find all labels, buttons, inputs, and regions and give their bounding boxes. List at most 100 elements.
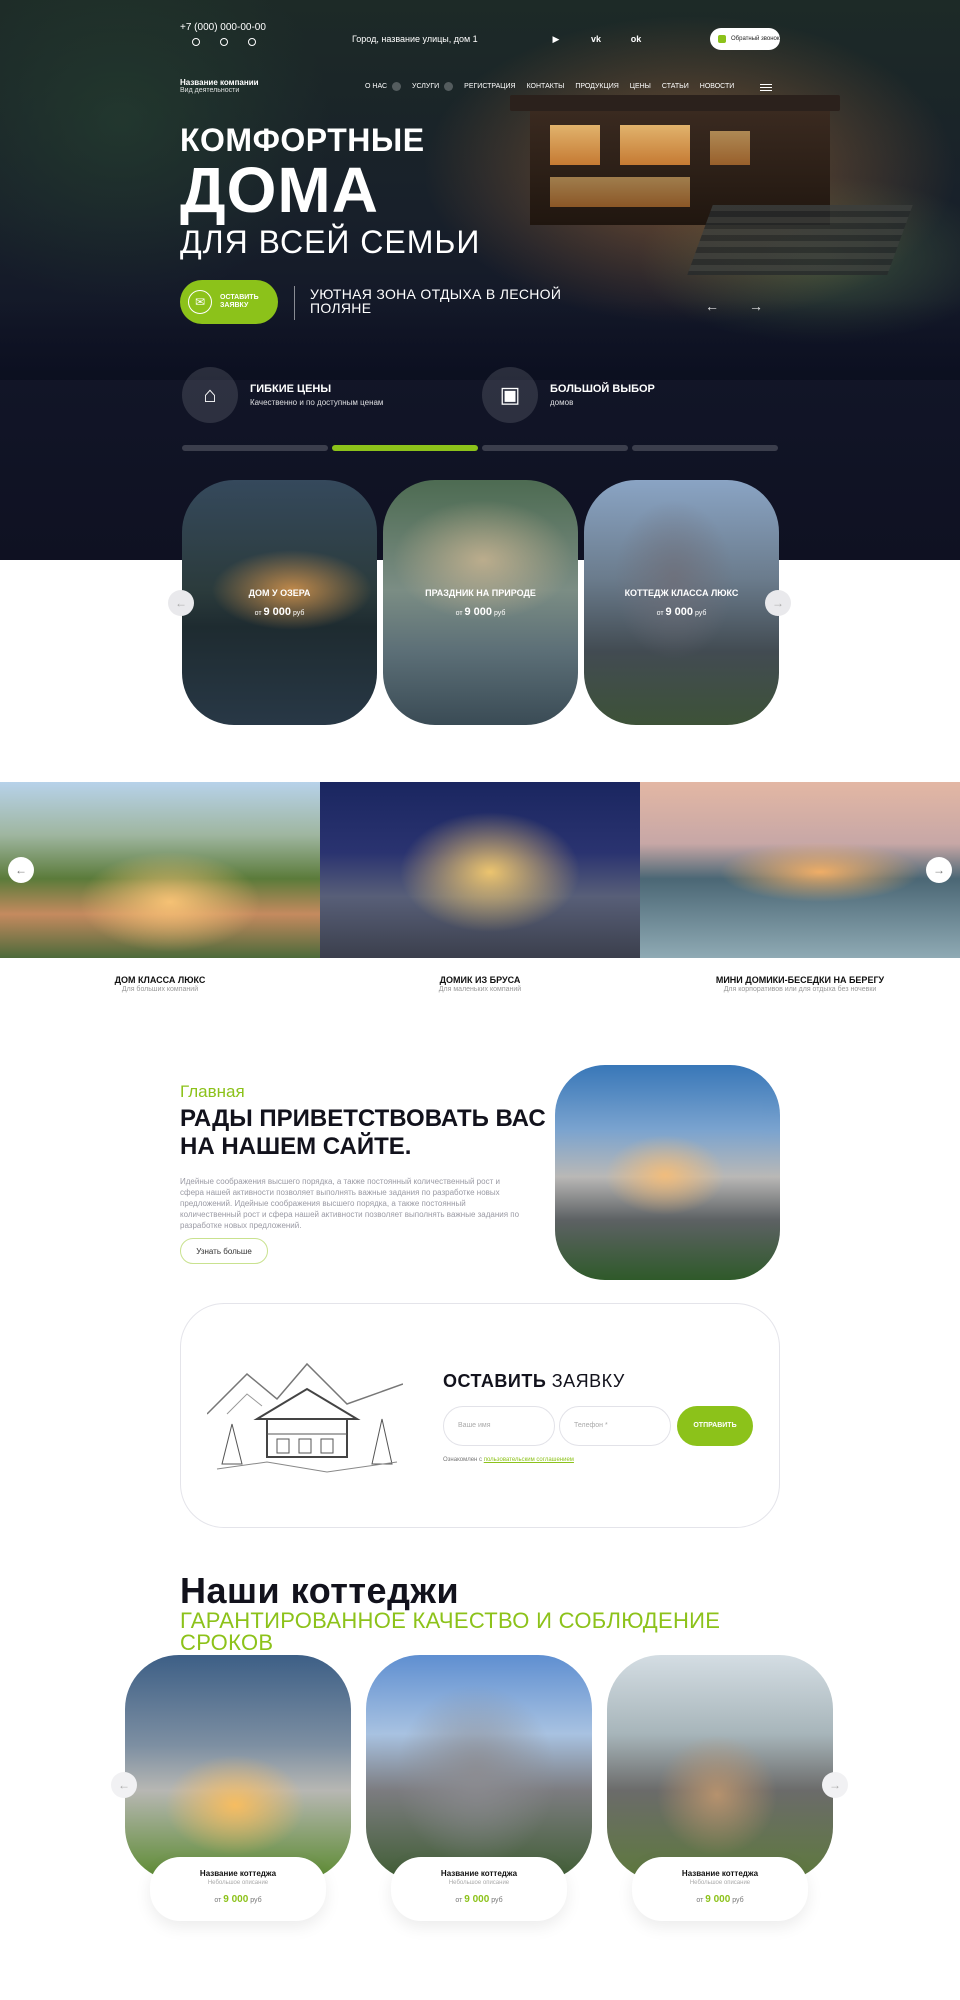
gallery-desc: Для больших компаний — [121, 986, 199, 993]
nav-item-about[interactable]: О НАС — [365, 83, 387, 90]
slide-indicator[interactable] — [182, 445, 328, 451]
page: +7 (000) 000-00-00 Город, название улицы… — [0, 0, 960, 2000]
offer-card[interactable]: ПРАЗДНИК НА ПРИРОДЕ от 9 000 руб — [383, 480, 578, 725]
cottages-carousel: Название коттеджа Небольшое описание от … — [125, 1655, 833, 1925]
cottage-image — [366, 1655, 592, 1881]
offers-carousel: ДОМ У ОЗЕРА от 9 000 руб ПРАЗДНИК НА ПРИ… — [182, 480, 779, 725]
cottage-info: Название коттеджа Небольшое описание от … — [632, 1857, 808, 1921]
vk-icon[interactable]: vk — [590, 34, 602, 45]
cottage-image — [125, 1655, 351, 1881]
cottage-image — [607, 1655, 833, 1881]
cottage-info: Название коттеджа Небольшое описание от … — [391, 1857, 567, 1921]
cottage-title: Название коттеджа — [199, 1869, 277, 1878]
name-input[interactable]: Ваше имя — [443, 1406, 555, 1446]
phone-icon — [718, 35, 726, 43]
callback-button[interactable]: Обратный звонок — [710, 28, 780, 50]
gallery-prev-button[interactable]: ← — [8, 857, 34, 883]
offer-price: от 9 000 руб — [656, 606, 707, 618]
gallery-caption: ДОМ КЛАССА ЛЮКС Для больших компаний — [0, 975, 320, 993]
nav-item-services[interactable]: УСЛУГИ — [412, 83, 439, 90]
hero-tagline: УЮТНАЯ ЗОНА ОТДЫХА В ЛЕСНОЙ ПОЛЯНЕ — [310, 286, 562, 316]
breadcrumb[interactable]: Главная — [180, 1082, 245, 1102]
chevron-down-icon[interactable] — [392, 82, 402, 91]
gallery-title: ДОМИК ИЗ БРУСА — [439, 975, 521, 985]
form-heading: ОСТАВИТЬ ЗАЯВКУ — [443, 1371, 625, 1391]
cottages-subheading: ГАРАНТИРОВАННОЕ КАЧЕСТВО И СОБЛЮДЕНИЕ СР… — [180, 1608, 721, 1655]
cottage-desc: Небольшое описание — [448, 1880, 510, 1886]
arrow-left-icon[interactable]: ← — [705, 298, 719, 314]
topbar: +7 (000) 000-00-00 Город, название улицы… — [180, 22, 780, 52]
feature-title: БОЛЬШОЙ ВЫБОР — [550, 383, 655, 395]
house-sketch-image — [207, 1362, 403, 1473]
company-activity: Вид деятельности — [180, 87, 240, 94]
feature-prices: ⌂ ГИБКИЕ ЦЕНЫ Качественно и по доступным… — [182, 367, 383, 423]
offer-title: ПРАЗДНИК НА ПРИРОДЕ — [425, 588, 536, 598]
gallery-image-timber-house[interactable] — [320, 782, 640, 958]
cottage-card[interactable]: Название коттеджа Небольшое описание от … — [607, 1655, 833, 1925]
main-nav: О НАС УСЛУГИ РЕГИСТРАЦИЯ КОНТАКТЫ ПРОДУК… — [365, 82, 734, 91]
phone-link[interactable]: +7 (000) 000-00-00 — [180, 22, 266, 33]
nav-item-news[interactable]: НОВОСТИ — [700, 83, 735, 90]
agreement-link[interactable]: пользовательским соглашением — [484, 1457, 574, 1463]
offer-title: КОТТЕДЖ КЛАССА ЛЮКС — [624, 588, 739, 598]
cottages-prev-button[interactable]: ← — [111, 1772, 137, 1798]
cottage-desc: Небольшое описание — [207, 1880, 269, 1886]
arrow-right-icon[interactable]: → — [749, 298, 763, 314]
nav-item-articles[interactable]: СТАТЬИ — [662, 83, 689, 90]
hero-title-line3: ДЛЯ ВСЕЙ СЕМЬИ — [180, 224, 481, 260]
houses-icon: ▣ — [482, 367, 538, 423]
carousel-prev-button[interactable]: ← — [168, 590, 194, 616]
company-info: Название компании Вид деятельности — [180, 78, 259, 94]
address: Город, название улицы, дом 1 — [352, 34, 478, 44]
viber-icon[interactable] — [248, 38, 256, 46]
gallery-image-lux-house[interactable] — [0, 782, 320, 958]
social-icons: ▶ vk ok — [550, 34, 642, 45]
phone-input[interactable]: Телефон * — [559, 1406, 671, 1446]
mail-icon: ✉ — [188, 290, 212, 314]
cottage-desc: Небольшое описание — [689, 1880, 751, 1886]
cottages-next-button[interactable]: → — [822, 1772, 848, 1798]
cottage-card[interactable]: Название коттеджа Небольшое описание от … — [366, 1655, 592, 1925]
feature-choice: ▣ БОЛЬШОЙ ВЫБОР домов — [482, 367, 655, 423]
cottage-price: от 9 000 руб — [455, 1894, 503, 1905]
slide-indicator-active[interactable] — [332, 445, 478, 451]
nav-item-contacts[interactable]: КОНТАКТЫ — [527, 83, 565, 90]
callback-label: Обратный звонок — [731, 35, 780, 42]
youtube-icon[interactable]: ▶ — [550, 34, 562, 45]
gallery-desc: Для корпоративов или для отдыха без ноче… — [723, 986, 877, 993]
nav-item-registration[interactable]: РЕГИСТРАЦИЯ — [464, 83, 515, 90]
cottage-card[interactable]: Название коттеджа Небольшое описание от … — [125, 1655, 351, 1925]
gallery-image-shore-houses[interactable] — [640, 782, 960, 958]
gallery-title: ДОМ КЛАССА ЛЮКС — [114, 975, 206, 985]
offer-card[interactable]: КОТТЕДЖ КЛАССА ЛЮКС от 9 000 руб — [584, 480, 779, 725]
gallery-caption: МИНИ ДОМИКИ-БЕСЕДКИ НА БЕРЕГУ Для корпор… — [640, 975, 960, 993]
welcome-house-image — [555, 1065, 780, 1280]
menu-icon[interactable] — [760, 84, 772, 91]
offer-price: от 9 000 руб — [455, 606, 506, 618]
ok-icon[interactable]: ok — [630, 34, 642, 45]
gallery-strip — [0, 782, 960, 958]
carousel-next-button[interactable]: → — [765, 590, 791, 616]
offer-card[interactable]: ДОМ У ОЗЕРА от 9 000 руб — [182, 480, 377, 725]
offer-price: от 9 000 руб — [254, 606, 305, 618]
gallery-caption: ДОМИК ИЗ БРУСА Для маленьких компаний — [320, 975, 640, 993]
slide-indicator[interactable] — [632, 445, 778, 451]
chevron-down-icon[interactable] — [444, 82, 454, 91]
gallery-title: МИНИ ДОМИКИ-БЕСЕДКИ НА БЕРЕГУ — [715, 975, 885, 985]
slide-progress — [182, 445, 778, 451]
cottage-info: Название коттеджа Небольшое описание от … — [150, 1857, 326, 1921]
submit-button[interactable]: ОТПРАВИТЬ — [677, 1406, 753, 1446]
telegram-icon[interactable] — [192, 38, 200, 46]
nav-item-products[interactable]: ПРОДУКЦИЯ — [575, 83, 618, 90]
house-key-icon: ⌂ — [182, 367, 238, 423]
whatsapp-icon[interactable] — [220, 38, 228, 46]
company-name: Название компании — [180, 78, 259, 87]
leave-request-button[interactable]: ✉ ОСТАВИТЬ ЗАЯВКУ — [180, 280, 278, 324]
hero-arrows: ← → — [705, 298, 763, 314]
slide-indicator[interactable] — [482, 445, 628, 451]
learn-more-button[interactable]: Узнать больше — [180, 1238, 268, 1264]
gallery-next-button[interactable]: → — [926, 857, 952, 883]
request-form: ОСТАВИТЬ ЗАЯВКУ Ваше имя Телефон * ОТПРА… — [180, 1303, 780, 1528]
nav-item-prices[interactable]: ЦЕНЫ — [630, 83, 651, 90]
feature-title: ГИБКИЕ ЦЕНЫ — [250, 383, 332, 395]
